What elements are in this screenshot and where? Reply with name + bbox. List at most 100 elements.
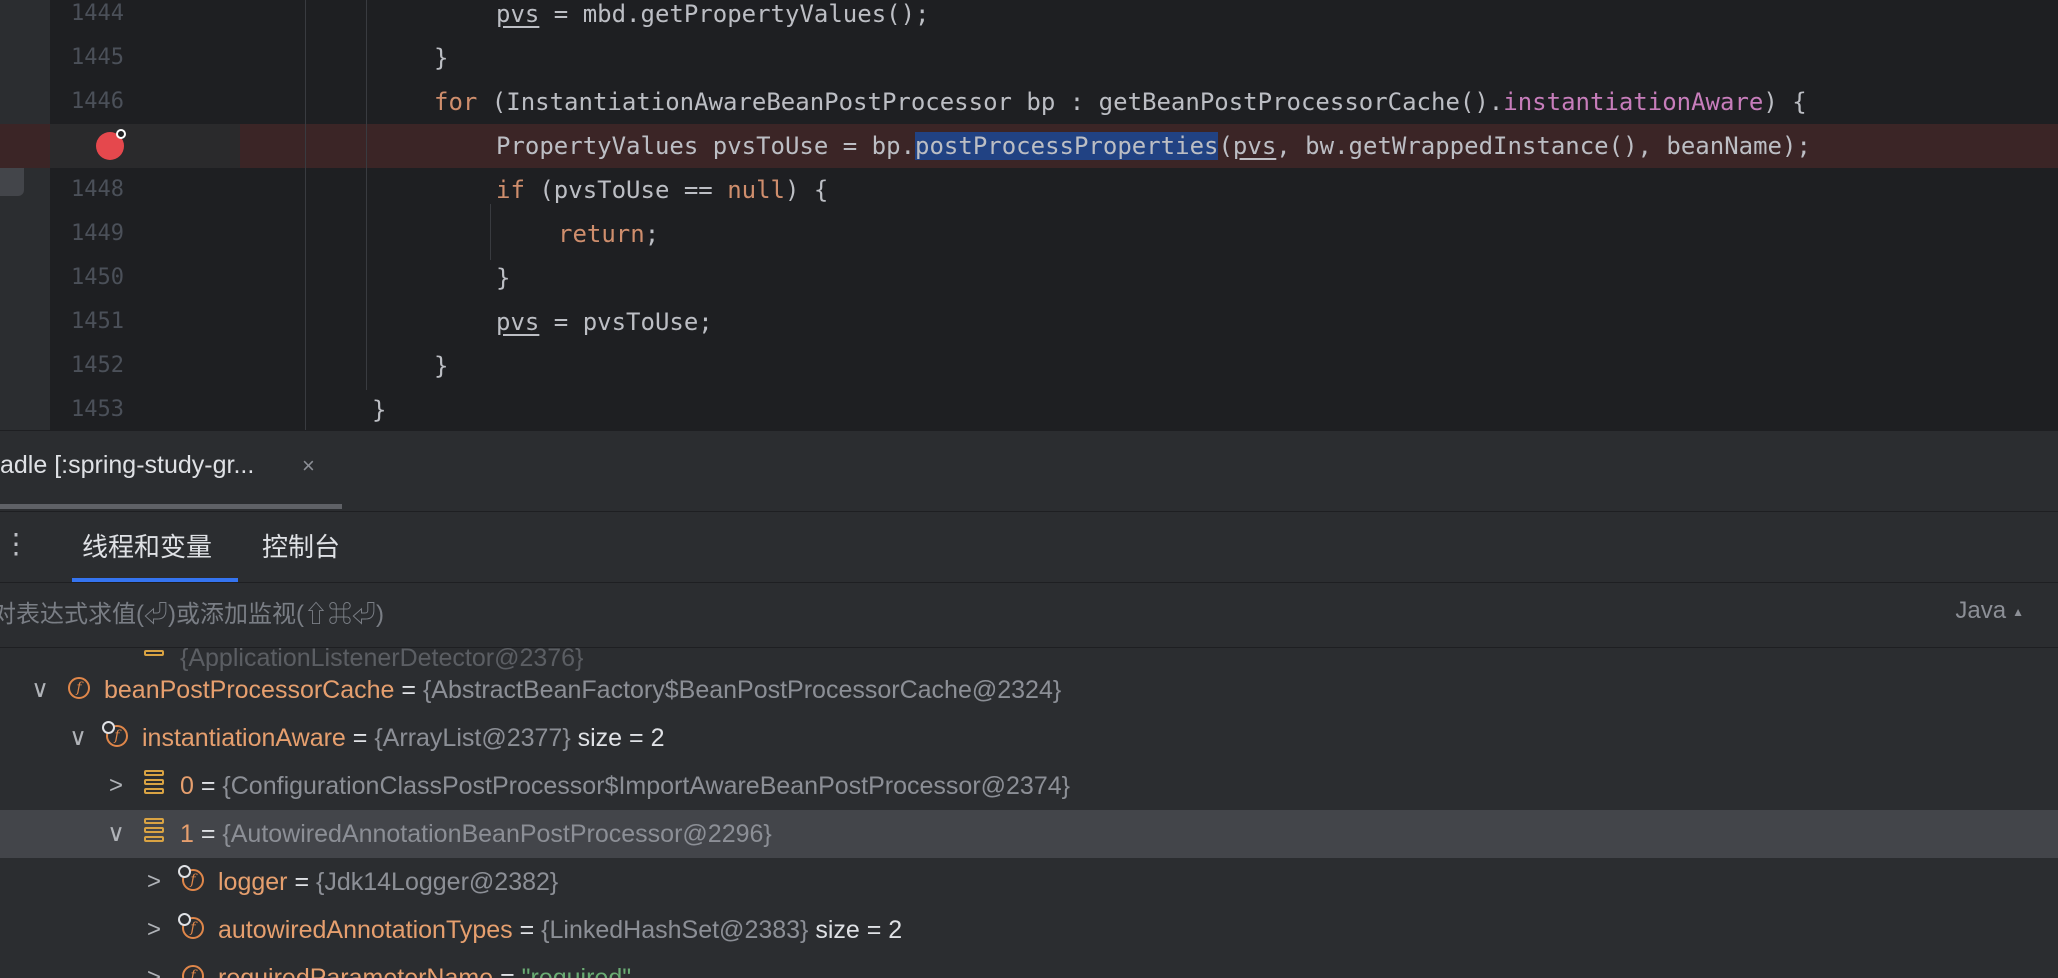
language-label: Java <box>1955 597 2007 624</box>
code-token: ( <box>1218 132 1233 160</box>
code-text: for (InstantiationAwareBeanPostProcessor… <box>434 80 1807 124</box>
tab-scroll-indicator <box>0 504 342 509</box>
variable-value: {LinkedHashSet@2383} <box>541 916 809 944</box>
debug-tool-header: adle [:spring-study-gr... × <box>0 430 2058 511</box>
line-number[interactable]: 1451 <box>50 300 124 344</box>
variable-text: 0 = {ConfigurationClassPostProcessor$Imp… <box>180 762 1070 810</box>
indent-guide <box>490 204 491 260</box>
variable-equals: = <box>193 772 223 800</box>
variable-value: {AbstractBeanFactory$BeanPostProcessorCa… <box>422 676 1062 704</box>
code-selection: postProcessProperties <box>915 132 1219 160</box>
code-field: instantiationAware <box>1503 88 1764 116</box>
breakpoint-icon[interactable] <box>96 129 126 160</box>
code-line[interactable]: 1452} <box>0 344 2058 388</box>
variable-text: instantiationAware = {ArrayList@2377} si… <box>142 714 664 762</box>
variable-name: logger <box>218 868 288 896</box>
code-line[interactable]: 1453} <box>0 388 2058 430</box>
run-tab-label: adle [:spring-study-gr... <box>0 451 255 479</box>
code-line[interactable]: 1448 if (pvsToUse == null) { <box>0 168 2058 212</box>
line-number[interactable]: 1452 <box>50 344 124 388</box>
array-element-icon <box>144 770 164 798</box>
private-field-icon: f <box>178 913 204 939</box>
variable-name: autowiredAnnotationTypes <box>218 916 513 944</box>
code-token: } <box>434 352 449 380</box>
code-text: pvs = pvsToUse; <box>496 300 713 344</box>
code-token: } <box>434 44 449 72</box>
code-text: return; <box>558 212 659 256</box>
array-element-icon <box>144 648 164 660</box>
variable-name: requiredParameterName <box>218 964 494 978</box>
variable-text: beanPostProcessorCache = {AbstractBeanFa… <box>104 666 1061 714</box>
field-icon: f <box>68 677 90 699</box>
line-number[interactable]: 1453 <box>50 388 124 430</box>
run-configuration-tab[interactable]: adle [:spring-study-gr... × <box>0 431 342 509</box>
chevron-right-icon[interactable]: > <box>104 762 128 810</box>
tab-console[interactable]: 控制台 <box>262 512 340 582</box>
variable-equals: = <box>394 676 423 704</box>
code-text: } <box>434 344 448 388</box>
code-line[interactable]: 1445} <box>0 36 2058 80</box>
chevron-down-icon[interactable]: ∨ <box>28 666 52 714</box>
variable-equals: = <box>193 820 223 848</box>
variable-text: requiredParameterName = "required" <box>218 954 631 978</box>
close-icon[interactable]: × <box>302 453 315 479</box>
variable-equals: = <box>345 724 375 752</box>
evaluate-expression-input[interactable] <box>0 591 1894 639</box>
variable-name: 1 <box>180 820 194 848</box>
chevron-down-icon[interactable]: ∨ <box>104 810 128 858</box>
private-field-icon: f <box>102 721 128 747</box>
code-keyword: if <box>496 176 525 204</box>
chevron-right-icon[interactable]: > <box>142 906 166 954</box>
variable-row[interactable]: > f autowiredAnnotationTypes = {LinkedHash… <box>0 906 2058 954</box>
variable-value: {ArrayList@2377} <box>374 724 571 752</box>
line-number[interactable]: 1446 <box>50 80 124 124</box>
code-line[interactable]: 1446 for (InstantiationAwareBeanPostProce… <box>0 80 2058 124</box>
line-number[interactable]: 1444 <box>50 0 124 36</box>
variable-text: autowiredAnnotationTypes = {LinkedHashSe… <box>218 906 902 954</box>
code-line-breakpoint[interactable]: PropertyValues pvsToUse = bp.postProcess… <box>0 124 2058 168</box>
line-number[interactable]: 1448 <box>50 168 124 212</box>
language-select[interactable]: Java ▲ <box>1955 597 2024 625</box>
indent-guide <box>366 0 367 390</box>
code-variable: pvs <box>496 308 540 336</box>
code-token: , bw.getWrappedInstance(), beanName); <box>1276 132 1811 160</box>
code-token: } <box>372 396 387 424</box>
chevron-down-icon[interactable]: ∨ <box>66 714 90 762</box>
variable-equals: = <box>287 868 316 896</box>
variable-name: instantiationAware <box>142 724 346 752</box>
variable-row[interactable]: ∨ f beanPostProcessorCache = {AbstractBean… <box>0 666 2058 714</box>
line-number[interactable]: 1445 <box>50 36 124 80</box>
code-token: = mbd.getPropertyValues(); <box>539 0 930 28</box>
variable-value: {AutowiredAnnotationBeanPostProcessor@22… <box>222 820 772 848</box>
code-editor[interactable]: 1444 pvs = mbd.getPropertyValues(); 1445} 1… <box>0 0 2058 430</box>
code-keyword: return <box>558 220 645 248</box>
code-line[interactable]: 1444 pvs = mbd.getPropertyValues(); <box>0 0 2058 36</box>
code-text: pvs = mbd.getPropertyValues(); <box>496 0 930 36</box>
code-text: PropertyValues pvsToUse = bp.postProcess… <box>496 124 1811 168</box>
variable-row[interactable]: ∨ f instantiationAware = {ArrayList@2377} … <box>0 714 2058 762</box>
code-line[interactable]: 1451 pvs = pvsToUse; <box>0 300 2058 344</box>
more-options-icon[interactable]: ⋮ <box>2 530 30 558</box>
variable-name: 0 <box>180 772 194 800</box>
variable-text: 1 = {AutowiredAnnotationBeanPostProcesso… <box>180 810 772 858</box>
line-number[interactable]: 1450 <box>50 256 124 300</box>
indent-guide <box>305 0 306 430</box>
variable-equals: = <box>493 964 522 978</box>
variable-row[interactable]: ∨ 1 = {AutowiredAnnotationBeanPostProcess… <box>0 810 2058 858</box>
chevron-right-icon[interactable]: > <box>142 954 166 978</box>
code-line[interactable]: 1449 return; <box>0 212 2058 256</box>
variable-row[interactable]: >0 = {ConfigurationClassPostProcessor$Im… <box>0 762 2058 810</box>
variable-row[interactable]: > f requiredParameterName = "required" <box>0 954 2058 978</box>
variable-name: beanPostProcessorCache <box>104 676 395 704</box>
variables-tree[interactable]: {ApplicationListenerDetector@2376} ∨ f bean… <box>0 648 2058 978</box>
tab-threads-and-variables[interactable]: 线程和变量 <box>71 512 239 582</box>
code-token: ) { <box>1763 88 1807 116</box>
line-number[interactable]: 1449 <box>50 212 124 256</box>
variable-equals: = <box>512 916 542 944</box>
chevron-right-icon[interactable]: > <box>142 858 166 906</box>
code-token: } <box>496 264 511 292</box>
code-line[interactable]: 1450} <box>0 256 2058 300</box>
code-token: (InstantiationAwareBeanPostProcessor bp … <box>477 88 1504 116</box>
variable-row[interactable]: > f logger = {Jdk14Logger@2382} <box>0 858 2058 906</box>
variable-size: size = 2 <box>808 916 903 944</box>
